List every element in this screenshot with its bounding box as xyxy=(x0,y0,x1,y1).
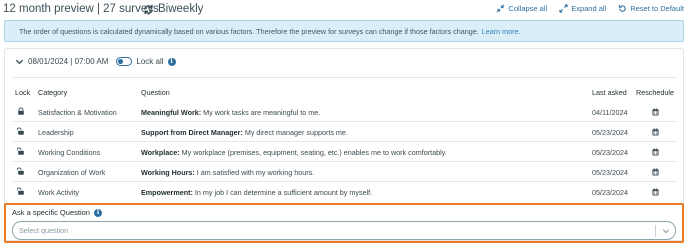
top-bar: 12 month preview | 27 surveys Biweekly C… xyxy=(0,0,688,20)
row-last-asked: 04/11/2024 xyxy=(592,108,628,117)
row-category: Working Conditions xyxy=(38,148,101,157)
survey-header: 08/01/2024 | 07:00 AM Lock all i xyxy=(15,57,176,66)
info-banner: The order of questions is calculated dyn… xyxy=(4,20,684,42)
row-last-asked: 05/23/2024 xyxy=(592,168,628,177)
row-question: Workplace: My workplace (premises, equip… xyxy=(141,148,447,157)
learn-more-link[interactable]: Learn more. xyxy=(482,27,521,36)
unlock-icon[interactable] xyxy=(17,127,25,136)
collapse-all-label: Collapse all xyxy=(508,4,548,13)
row-question: Working Hours: I am satisfied with my wo… xyxy=(141,168,314,177)
row-category: Organization of Work xyxy=(38,168,106,177)
ask-question-text: Ask a specific Question xyxy=(12,208,90,217)
question-text: My workplace (premises, equipment, seati… xyxy=(179,148,447,157)
info-icon[interactable]: i xyxy=(93,208,102,217)
expand-all-button[interactable]: Expand all xyxy=(559,4,606,13)
lock-all-toggle[interactable] xyxy=(116,57,133,66)
info-message: The order of questions is calculated dyn… xyxy=(19,26,479,36)
row-category: Leadership xyxy=(38,128,74,137)
question-title: Support from Direct Manager: xyxy=(141,128,243,137)
reset-icon xyxy=(619,4,626,12)
question-select[interactable]: Select question xyxy=(12,221,676,240)
question-title: Empowerment: xyxy=(141,188,193,197)
calendar-icon[interactable] xyxy=(652,188,659,196)
lock-all-label: Lock all xyxy=(136,57,164,66)
question-text: I am satisfied with my working hours. xyxy=(194,168,315,177)
unlock-icon[interactable] xyxy=(17,147,25,156)
table-header: Lock Category Question Last asked Resche… xyxy=(5,88,685,98)
info-icon[interactable]: i xyxy=(167,57,176,66)
question-title: Meaningful Work: xyxy=(141,108,202,117)
lock-icon[interactable] xyxy=(17,107,25,116)
table-row: Satisfaction & Motivation Meaningful Work… xyxy=(5,102,685,122)
select-placeholder: Select question xyxy=(19,226,69,235)
expand-all-label: Expand all xyxy=(571,4,607,13)
calendar-icon[interactable] xyxy=(652,108,659,116)
col-lock: Lock xyxy=(15,88,31,97)
question-title: Working Hours: xyxy=(141,168,195,177)
row-question: Support from Direct Manager: My direct m… xyxy=(141,128,348,137)
row-last-asked: 05/23/2024 xyxy=(592,128,628,137)
table-row: Work Activity Empowerment: In my job I ca… xyxy=(5,182,685,202)
row-question: Meaningful Work: My work tasks are meani… xyxy=(141,108,320,117)
question-text: My direct manager supports me. xyxy=(242,128,348,137)
chevron-down-icon[interactable] xyxy=(662,227,670,235)
col-last-asked: Last asked xyxy=(592,88,627,97)
unlock-icon[interactable] xyxy=(17,187,25,196)
question-text: In my job I can determine a sufficient a… xyxy=(192,188,373,197)
collapse-icon xyxy=(496,4,505,13)
calendar-icon[interactable] xyxy=(652,168,659,176)
row-category: Satisfaction & Motivation xyxy=(38,108,117,117)
row-category: Work Activity xyxy=(38,188,80,197)
question-title: Workplace: xyxy=(141,148,180,157)
calendar-icon[interactable] xyxy=(652,128,659,136)
preview-title: 12 month preview | 27 surveys xyxy=(3,3,159,15)
frequency-selector[interactable]: Biweekly xyxy=(143,3,203,15)
survey-date: 08/01/2024 | 07:00 AM xyxy=(28,57,109,66)
row-question: Empowerment: In my job I can determine a… xyxy=(141,188,372,197)
table-row: Organization of Work Working Hours: I am … xyxy=(5,162,685,182)
reset-default-button[interactable]: Reset to Default xyxy=(618,4,684,13)
ask-question-section: Ask a specific Question i Select questio… xyxy=(4,203,684,243)
select-separator xyxy=(655,225,656,237)
divider xyxy=(13,77,677,78)
expand-icon xyxy=(559,4,568,13)
calendar-icon[interactable] xyxy=(652,148,659,156)
refresh-icon xyxy=(144,4,153,14)
frequency-label: Biweekly xyxy=(158,3,204,15)
row-last-asked: 05/23/2024 xyxy=(592,188,628,197)
col-reschedule: Reschedule xyxy=(636,88,674,97)
col-category: Category xyxy=(38,88,68,97)
unlock-icon[interactable] xyxy=(17,167,25,176)
ask-question-label: Ask a specific Question i xyxy=(12,208,102,217)
reset-default-label: Reset to Default xyxy=(630,4,684,13)
chevron-down-icon[interactable] xyxy=(15,57,24,66)
table-row: Working Conditions Workplace: My workplac… xyxy=(5,142,685,162)
col-question: Question xyxy=(141,88,170,97)
question-text: My work tasks are meaningful to me. xyxy=(201,108,321,117)
row-last-asked: 05/23/2024 xyxy=(592,148,628,157)
table-row: Leadership Support from Direct Manager: M… xyxy=(5,122,685,142)
collapse-all-button[interactable]: Collapse all xyxy=(496,4,547,13)
